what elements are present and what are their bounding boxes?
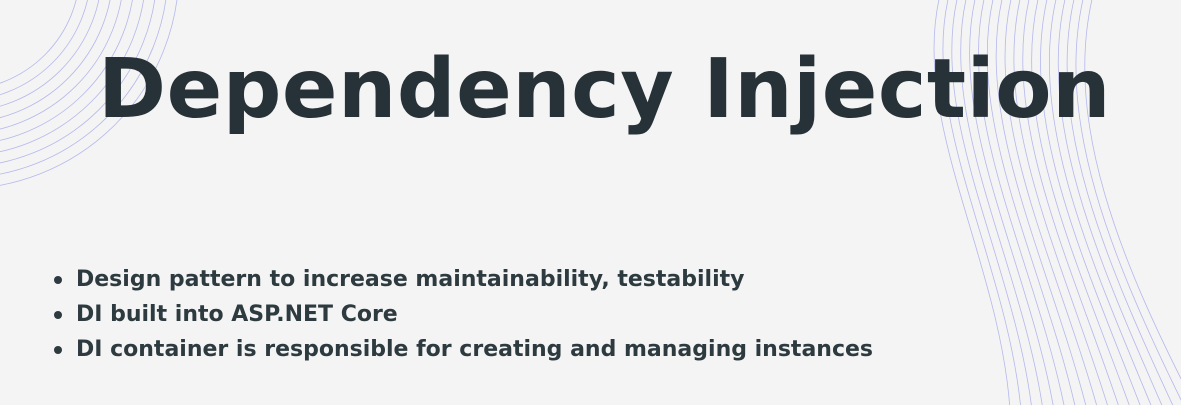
bullet-text: DI container is responsible for creating…: [76, 337, 874, 362]
slide-title: Dependency Injection: [98, 42, 1111, 137]
bullet-item: DI built into ASP.NET Core: [52, 297, 873, 332]
slide: Dependency Injection Design pattern to i…: [0, 0, 1181, 405]
bullet-text: Design pattern to increase maintainabili…: [76, 267, 745, 292]
bullet-dot-icon: [54, 311, 62, 319]
bullet-list: Design pattern to increase maintainabili…: [52, 262, 873, 367]
bullet-item: Design pattern to increase maintainabili…: [52, 262, 873, 297]
bullet-text: DI built into ASP.NET Core: [76, 302, 398, 327]
bullet-dot-icon: [54, 276, 62, 284]
bullet-dot-icon: [54, 346, 62, 354]
bullet-item: DI container is responsible for creating…: [52, 332, 873, 367]
